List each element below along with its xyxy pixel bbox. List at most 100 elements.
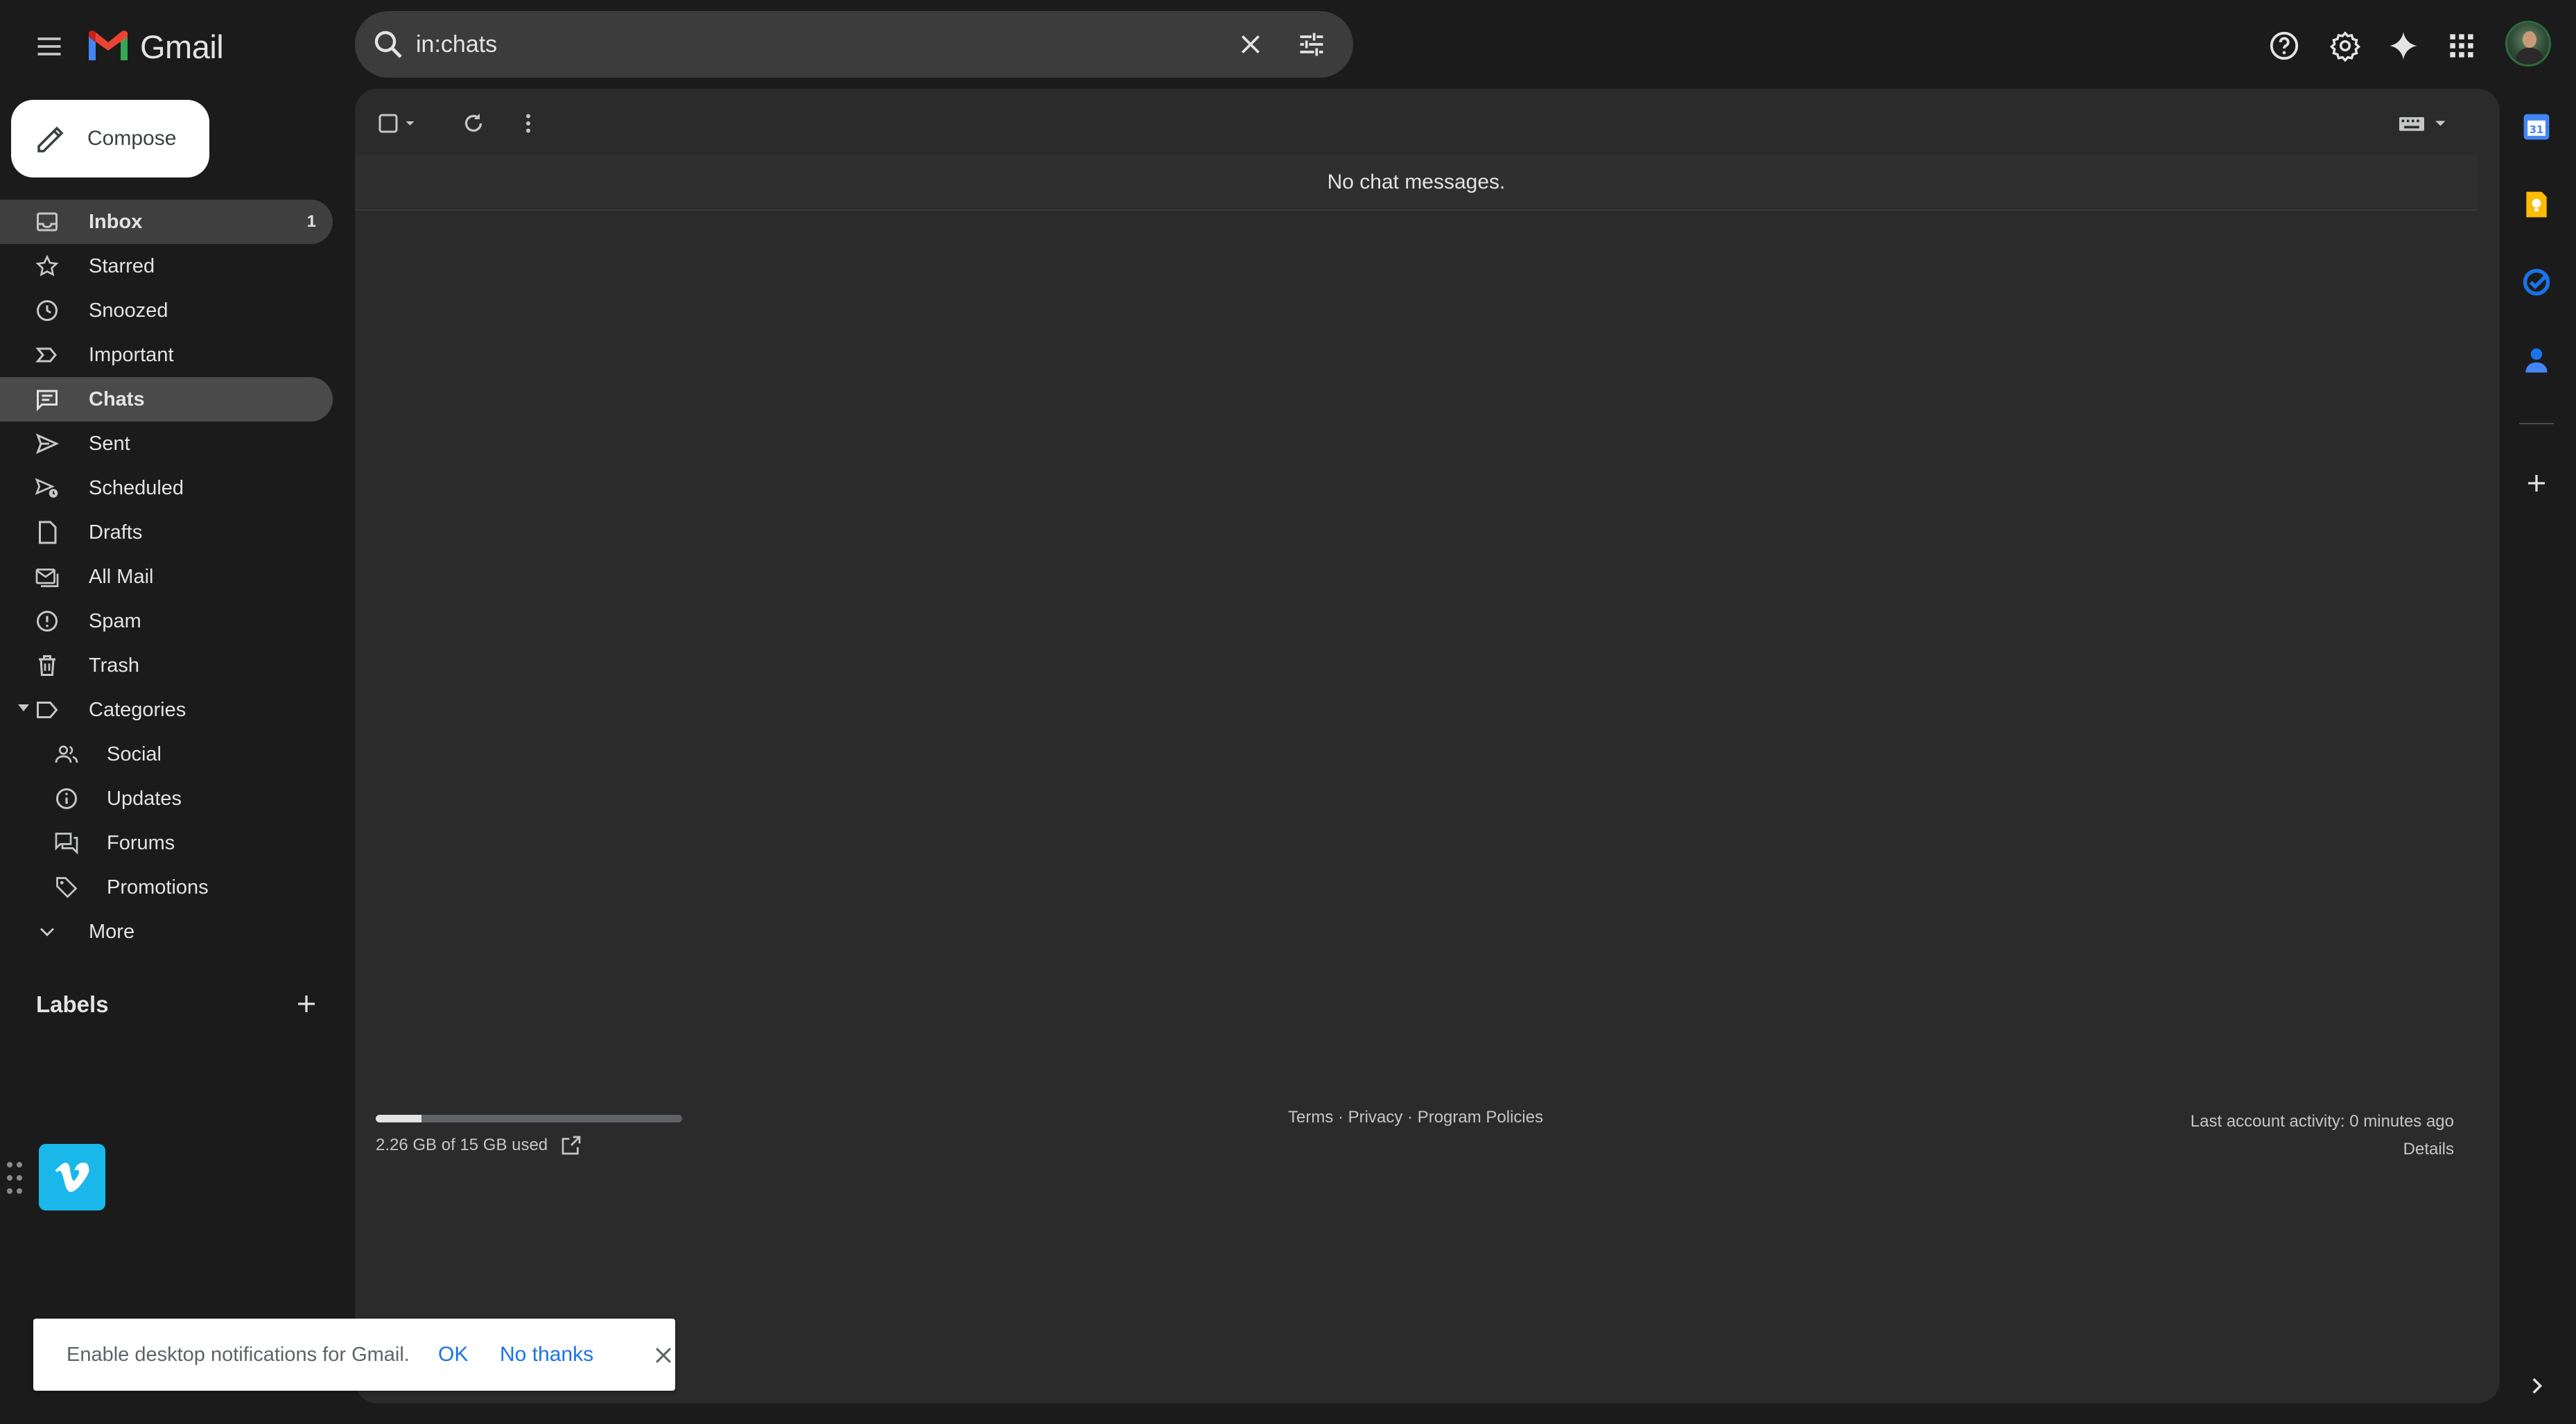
more-actions-button[interactable] [509, 104, 548, 143]
nav-label: Important [89, 343, 174, 366]
nav-label: All Mail [89, 565, 154, 588]
account-avatar[interactable] [2505, 21, 2551, 67]
nav-item-social[interactable]: Social [0, 732, 333, 776]
nav-item-spam[interactable]: Spam [0, 599, 333, 643]
nav-item-all-mail[interactable]: All Mail [0, 555, 333, 599]
search-options-button[interactable] [1292, 25, 1331, 64]
calendar-addon-button[interactable]: 31 [2516, 107, 2557, 147]
chevron-down-icon [40, 928, 55, 937]
support-button[interactable] [2261, 23, 2307, 69]
chat-icon [37, 390, 58, 412]
nav-label: Spam [89, 609, 141, 632]
nav-item-drafts[interactable]: Drafts [0, 510, 333, 555]
search-input[interactable]: in:chats [416, 11, 497, 78]
more-vert-icon [526, 114, 530, 133]
select-all-checkbox[interactable] [374, 104, 423, 143]
star-icon [35, 254, 59, 277]
input-tools-button[interactable] [2393, 104, 2455, 143]
empty-state-message: No chat messages. [355, 155, 2478, 211]
report-icon [37, 611, 58, 632]
nav-label: Starred [89, 254, 155, 277]
google-apps-button[interactable] [2439, 23, 2484, 69]
nav-item-snoozed[interactable]: Snoozed [0, 288, 333, 333]
account-activity: Last account activity: 0 minutes ago Det… [2191, 1108, 2454, 1163]
nav-item-inbox[interactable]: Inbox 1 [0, 200, 333, 244]
unread-count: 1 [306, 212, 316, 231]
storage-usage-text[interactable]: 2.26 GB of 15 GB used [376, 1136, 548, 1155]
nav-item-starred[interactable]: Starred [0, 244, 333, 288]
folder-nav: Inbox 1 Starred Snoozed Important Chats … [0, 200, 333, 954]
gmail-m-icon [89, 31, 128, 60]
gemini-button[interactable] [2381, 23, 2426, 69]
search-icon[interactable] [372, 28, 405, 61]
schedule-send-icon [35, 478, 58, 498]
empty-message-text: No chat messages. [1327, 171, 1506, 193]
storage-meter [376, 1115, 682, 1122]
footer-separator: · [1402, 1108, 1418, 1127]
compose-button[interactable]: Compose [11, 100, 209, 177]
avatar-head [2523, 31, 2536, 48]
gear-icon [2329, 31, 2361, 62]
nav-label: Sent [89, 432, 130, 455]
create-label-button[interactable] [290, 987, 323, 1021]
compose-label: Compose [87, 127, 177, 150]
nav-label: Social [107, 743, 162, 765]
sparkle-icon [2389, 31, 2418, 60]
nav-label: Inbox [89, 210, 143, 233]
notification-ok-button[interactable]: OK [438, 1343, 468, 1366]
privacy-link[interactable]: Privacy [1348, 1108, 1403, 1127]
nav-item-promotions[interactable]: Promotions [0, 865, 333, 910]
draft-icon [39, 521, 57, 544]
help-icon [2270, 31, 2299, 60]
drag-handle-icon[interactable] [6, 1161, 24, 1195]
gmail-logo[interactable]: Gmail [86, 24, 224, 69]
vimeo-addon-button[interactable] [39, 1144, 105, 1210]
activity-details-link[interactable]: Details [2191, 1136, 2454, 1163]
notification-no-thanks-button[interactable]: No thanks [500, 1343, 593, 1366]
refresh-icon [464, 113, 482, 132]
main-menu-button[interactable] [26, 24, 72, 69]
plus-icon [298, 996, 315, 1012]
nav-item-updates[interactable]: Updates [0, 776, 333, 821]
close-icon [1242, 35, 1260, 53]
tune-icon [1300, 33, 1323, 56]
nav-item-sent[interactable]: Sent [0, 422, 333, 466]
apps-grid-icon [2450, 34, 2473, 58]
inbox-icon [37, 212, 58, 232]
svg-text:31: 31 [2530, 124, 2543, 136]
last-activity-text: Last account activity: 0 minutes ago [2190, 1112, 2454, 1131]
nav-item-scheduled[interactable]: Scheduled [0, 466, 333, 510]
get-addons-button[interactable] [2516, 463, 2557, 503]
chevron-right-icon [2532, 1378, 2543, 1394]
nav-item-chats[interactable]: Chats [0, 377, 333, 422]
nav-label: Forums [107, 831, 175, 854]
nav-item-forums[interactable]: Forums [0, 821, 333, 865]
open-in-new-icon[interactable] [560, 1134, 582, 1156]
refresh-button[interactable] [454, 104, 493, 143]
all-mail-icon [35, 568, 59, 587]
nav-item-categories[interactable]: Categories [0, 688, 333, 732]
hide-side-panel-button[interactable] [2516, 1366, 2557, 1406]
program-policies-link[interactable]: Program Policies [1418, 1108, 1543, 1127]
nav-item-trash[interactable]: Trash [0, 643, 333, 688]
side-panel-divider [2519, 423, 2554, 424]
terms-link[interactable]: Terms [1288, 1108, 1333, 1127]
checkbox-icon [378, 114, 415, 133]
hamburger-icon [37, 37, 61, 55]
nav-label: More [89, 920, 135, 943]
close-icon[interactable] [652, 1344, 675, 1367]
clear-search-button[interactable] [1231, 25, 1270, 64]
expand-arrow-icon[interactable] [18, 704, 29, 711]
search-bar[interactable]: in:chats [355, 11, 1353, 78]
storage-info: 2.26 GB of 15 GB used [376, 1134, 582, 1156]
nav-item-more[interactable]: More [0, 910, 333, 954]
settings-button[interactable] [2322, 23, 2368, 69]
tasks-addon-button[interactable] [2516, 262, 2557, 302]
contacts-icon [2525, 348, 2548, 373]
keep-addon-button[interactable] [2516, 184, 2557, 225]
important-icon [35, 347, 57, 363]
plus-icon [2528, 475, 2545, 492]
tasks-icon [2523, 268, 2550, 296]
contacts-addon-button[interactable] [2516, 340, 2557, 380]
nav-item-important[interactable]: Important [0, 333, 333, 377]
